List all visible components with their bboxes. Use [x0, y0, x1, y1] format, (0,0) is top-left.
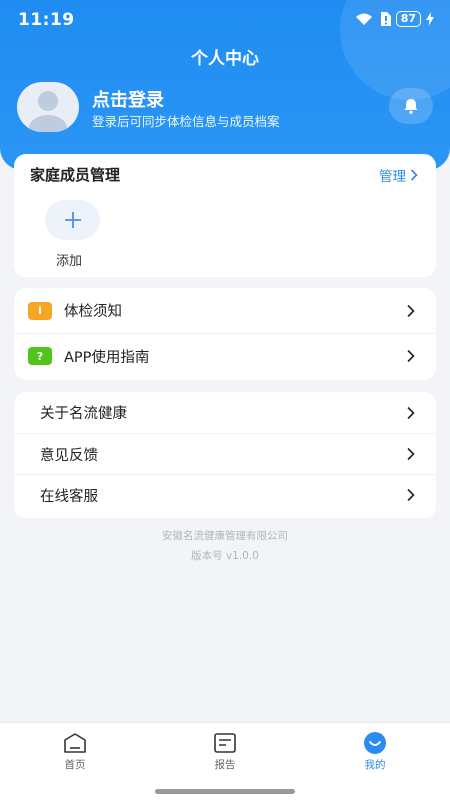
bell-icon [404, 99, 418, 114]
avatar[interactable] [17, 82, 79, 132]
manage-label: 管理 [379, 169, 406, 185]
login-prompt[interactable]: 点击登录 [92, 86, 164, 112]
tab-home-label: 首页 [64, 759, 86, 771]
sim-alert-icon [380, 12, 391, 26]
menu-item-customer-service[interactable]: 在线客服 [14, 474, 436, 515]
tab-home[interactable]: 首页 [35, 731, 115, 772]
info-menu-card: i 体检须知 ? APP使用指南 [14, 288, 436, 380]
menu-item-feedback[interactable]: 意见反馈 [14, 433, 436, 474]
charging-icon [426, 12, 434, 26]
home-indicator[interactable] [155, 789, 295, 794]
menu-item-label: APP使用指南 [64, 349, 150, 366]
smile-icon [364, 732, 386, 754]
tab-report[interactable]: 报告 [185, 731, 265, 772]
user-avatar-icon [29, 91, 67, 132]
family-members-card: 家庭成员管理 管理 添加 [14, 154, 436, 277]
tab-report-label: 报告 [214, 759, 236, 771]
report-icon [214, 733, 236, 753]
notification-button[interactable] [389, 88, 433, 124]
chevron-right-icon [407, 304, 415, 317]
company-name: 安徽名流健康管理有限公司 [162, 530, 288, 542]
chevron-right-icon [410, 169, 418, 181]
manage-link[interactable]: 管理 [379, 165, 418, 185]
about-menu-card: 关于名流健康 意见反馈 在线客服 [14, 392, 436, 518]
info-icon: i [28, 301, 52, 320]
tab-me[interactable]: 我的 [335, 731, 415, 772]
add-member-label: 添加 [56, 254, 83, 269]
login-hint: 登录后可同步体检信息与成员档案 [92, 114, 280, 129]
menu-item-about[interactable]: 关于名流健康 [14, 392, 436, 433]
chevron-right-icon [407, 447, 415, 461]
menu-item-checkup-notice[interactable]: i 体检须知 [14, 288, 436, 333]
help-icon: ? [28, 347, 52, 365]
add-member-button[interactable] [45, 200, 100, 240]
chevron-right-icon [407, 488, 415, 502]
app-version: 版本号 v1.0.0 [191, 550, 259, 562]
battery-indicator: 87 [395, 11, 421, 27]
wifi-icon [355, 13, 372, 25]
menu-item-label: 意见反馈 [40, 447, 98, 464]
status-icons: 87 [354, 11, 434, 27]
home-icon [64, 733, 86, 753]
menu-item-label: 关于名流健康 [40, 406, 127, 422]
tab-me-label: 我的 [364, 759, 386, 771]
status-bar: 11:19 87 [0, 0, 450, 40]
family-card-title: 家庭成员管理 [30, 166, 121, 184]
menu-item-label: 在线客服 [40, 488, 98, 505]
chevron-right-icon [407, 406, 415, 419]
status-time: 11:19 [18, 10, 75, 30]
menu-item-app-guide[interactable]: ? APP使用指南 [14, 333, 436, 378]
plus-icon [64, 212, 81, 228]
chevron-right-icon [407, 349, 415, 363]
menu-item-label: 体检须知 [64, 304, 122, 320]
page-title: 个人中心 [191, 49, 259, 69]
